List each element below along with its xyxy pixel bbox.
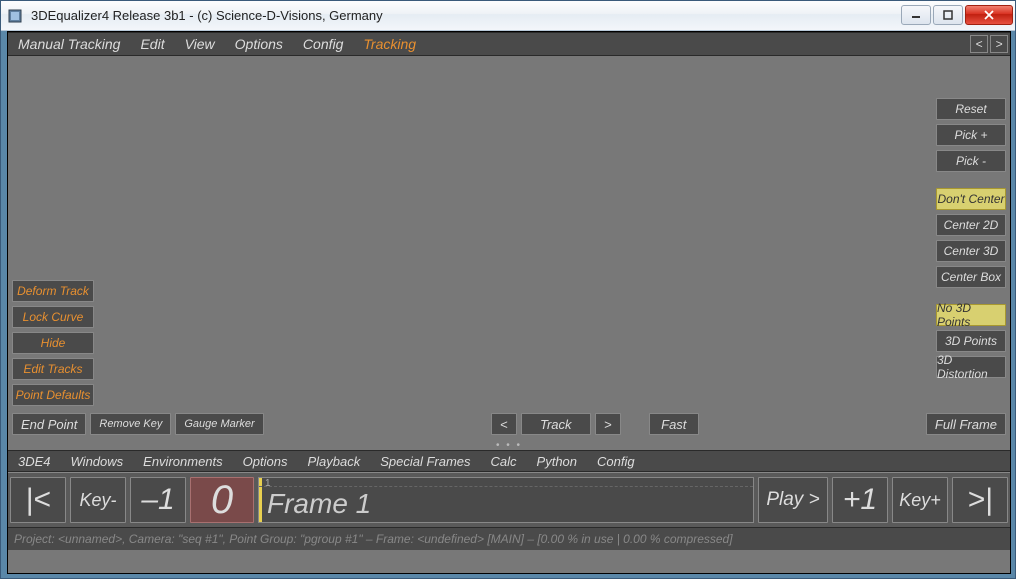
deform-track-button[interactable]: Deform Track xyxy=(12,280,94,302)
timeline-marker[interactable] xyxy=(259,478,262,522)
pick-plus-button[interactable]: Pick + xyxy=(936,124,1006,146)
track-prev-button[interactable]: < xyxy=(491,413,517,435)
app-body: Manual Tracking Edit View Options Config… xyxy=(7,31,1011,574)
viewport-bottom-bar: End Point Remove Key Gauge Marker < Trac… xyxy=(12,412,1006,436)
window-frame: 3DEqualizer4 Release 3b1 - (c) Science-D… xyxy=(0,0,1016,579)
3d-points-button[interactable]: 3D Points xyxy=(936,330,1006,352)
menu2-3de4[interactable]: 3DE4 xyxy=(8,454,61,469)
menu-tracking[interactable]: Tracking xyxy=(353,36,426,52)
no-3d-points-button[interactable]: No 3D Points xyxy=(936,304,1006,326)
playbar: |< Key- –1 0 1 Frame 1 Play > +1 Key+ >| xyxy=(8,472,1010,528)
center-2d-button[interactable]: Center 2D xyxy=(936,214,1006,236)
timeline[interactable]: 1 Frame 1 xyxy=(258,477,754,523)
key-minus-button[interactable]: Key- xyxy=(70,477,126,523)
remove-key-button[interactable]: Remove Key xyxy=(90,413,171,435)
gauge-marker-button[interactable]: Gauge Marker xyxy=(175,413,263,435)
center-box-button[interactable]: Center Box xyxy=(936,266,1006,288)
nav-prev-button[interactable]: < xyxy=(970,35,988,53)
status-bar: Project: <unnamed>, Camera: "seq #1", Po… xyxy=(8,528,1010,550)
close-button[interactable] xyxy=(965,5,1013,25)
menu2-options[interactable]: Options xyxy=(233,454,298,469)
pick-minus-button[interactable]: Pick - xyxy=(936,150,1006,172)
end-point-button[interactable]: End Point xyxy=(12,413,86,435)
menu2-config[interactable]: Config xyxy=(587,454,645,469)
menu2-special-frames[interactable]: Special Frames xyxy=(370,454,480,469)
bottom-menubar: 3DE4 Windows Environments Options Playba… xyxy=(8,450,1010,472)
lock-curve-button[interactable]: Lock Curve xyxy=(12,306,94,328)
left-button-group: Deform Track Lock Curve Hide Edit Tracks… xyxy=(12,280,94,410)
menu2-environments[interactable]: Environments xyxy=(133,454,232,469)
status-text: Project: <unnamed>, Camera: "seq #1", Po… xyxy=(14,532,733,546)
window-title: 3DEqualizer4 Release 3b1 - (c) Science-D… xyxy=(29,8,899,23)
menu2-python[interactable]: Python xyxy=(527,454,587,469)
window-buttons xyxy=(899,5,1013,27)
goto-end-button[interactable]: >| xyxy=(952,477,1008,523)
app-icon xyxy=(7,8,23,24)
fast-button[interactable]: Fast xyxy=(649,413,699,435)
menu2-windows[interactable]: Windows xyxy=(61,454,134,469)
goto-start-button[interactable]: |< xyxy=(10,477,66,523)
nav-next-button[interactable]: > xyxy=(990,35,1008,53)
timeline-frame-label: Frame 1 xyxy=(267,488,371,520)
menu-edit[interactable]: Edit xyxy=(130,36,174,52)
full-frame-button[interactable]: Full Frame xyxy=(926,413,1006,435)
menu2-calc[interactable]: Calc xyxy=(481,454,527,469)
timeline-frame-num: 1 xyxy=(265,478,271,489)
track-next-button[interactable]: > xyxy=(595,413,621,435)
menu-options[interactable]: Options xyxy=(225,36,293,52)
step-back-button[interactable]: –1 xyxy=(130,477,186,523)
center-3d-button[interactable]: Center 3D xyxy=(936,240,1006,262)
hide-button[interactable]: Hide xyxy=(12,332,94,354)
key-plus-button[interactable]: Key+ xyxy=(892,477,948,523)
top-menubar: Manual Tracking Edit View Options Config… xyxy=(8,32,1010,56)
reset-button[interactable]: Reset xyxy=(936,98,1006,120)
menu-config[interactable]: Config xyxy=(293,36,353,52)
current-frame-display[interactable]: 0 xyxy=(190,477,254,523)
track-button[interactable]: Track xyxy=(521,413,591,435)
maximize-button[interactable] xyxy=(933,5,963,25)
minimize-button[interactable] xyxy=(901,5,931,25)
3d-distortion-button[interactable]: 3D Distortion xyxy=(936,356,1006,378)
menu2-playback[interactable]: Playback xyxy=(297,454,370,469)
titlebar[interactable]: 3DEqualizer4 Release 3b1 - (c) Science-D… xyxy=(1,1,1015,31)
edit-tracks-button[interactable]: Edit Tracks xyxy=(12,358,94,380)
menu-view[interactable]: View xyxy=(175,36,225,52)
point-defaults-button[interactable]: Point Defaults xyxy=(12,384,94,406)
menu-manual-tracking[interactable]: Manual Tracking xyxy=(8,36,130,52)
dont-center-button[interactable]: Don't Center xyxy=(936,188,1006,210)
play-button[interactable]: Play > xyxy=(758,477,828,523)
splitter-handle[interactable]: • • • xyxy=(8,440,1010,450)
right-button-group: Reset Pick + Pick - Don't Center Center … xyxy=(936,98,1006,382)
viewport[interactable]: Deform Track Lock Curve Hide Edit Tracks… xyxy=(8,56,1010,440)
step-forward-button[interactable]: +1 xyxy=(832,477,888,523)
